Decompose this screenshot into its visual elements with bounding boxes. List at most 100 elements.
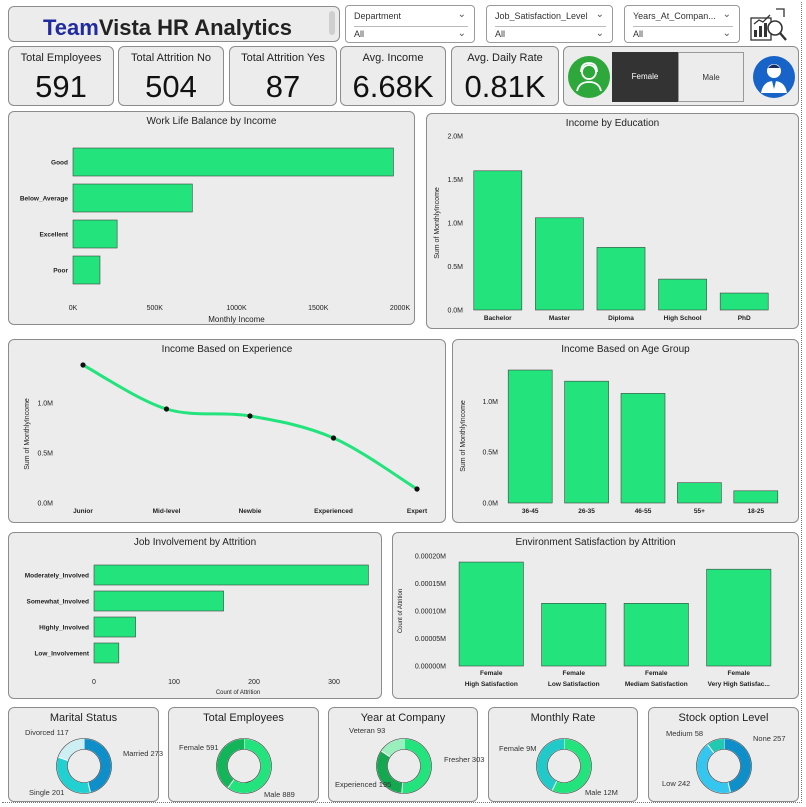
y-tick-label: 1.0M (447, 221, 463, 228)
kpi-value: 0.81K (464, 69, 546, 104)
card-income-age-group: Income Based on Age Group 0.0M 0.5M 1.0M 36… (452, 339, 799, 523)
donut-label: Medium 58 (666, 729, 704, 738)
x-tick-label: 0K (69, 305, 78, 312)
bar (706, 568, 772, 667)
category-label: Newbie (239, 508, 262, 515)
chart-income-age-group: 0.0M 0.5M 1.0M 36-45 26-35 46-55 55+ 18-25 Sum o… (460, 369, 779, 515)
card-marital-status: Marital Status Married 273 Single 201 Di… (8, 707, 163, 802)
category-label: Low_Involvement (34, 651, 89, 658)
donut-slice (58, 739, 85, 761)
donut-label: Married 273 (123, 749, 164, 758)
chevron-up-icon[interactable]: ⌄ (596, 9, 604, 20)
category-label: High School (664, 315, 702, 322)
y-tick-label: 0.5M (37, 451, 53, 458)
male-avatar-icon (753, 56, 795, 98)
y-axis-label: Sum of MonthlyIncome (460, 400, 467, 472)
category-label: Low Satisfaction (548, 681, 600, 688)
category-label: Master (549, 315, 570, 322)
chevron-down-icon[interactable]: ⌄ (596, 27, 604, 41)
y-tick-label: 0.00020M (415, 554, 446, 561)
female-avatar-icon (568, 56, 610, 98)
slicer-label: Job_Satisfaction_Level (495, 11, 588, 21)
title-scrollbar[interactable] (329, 11, 335, 35)
y-tick-label: 0.00015M (415, 581, 446, 588)
data-point (330, 435, 337, 441)
kpi-label: Avg. Income (362, 52, 424, 64)
kpi-attrition-no: Total Attrition No 504 (118, 46, 224, 106)
chevron-up-icon[interactable]: ⌄ (458, 9, 466, 20)
kpi-total-employees: Total Employees 591 (8, 46, 114, 106)
donut-total-employees (216, 738, 272, 794)
bar (596, 247, 646, 311)
category-label: Bachelor (484, 315, 512, 322)
bar (541, 603, 607, 667)
category-label: Highly_Involved (39, 625, 89, 632)
category-label: Diploma (608, 315, 634, 322)
donut-slice (83, 739, 111, 793)
x-tick-label: 1000K (226, 305, 247, 312)
slicer-label: Years_At_Compan... (633, 11, 716, 21)
analytics-report-icon (750, 8, 787, 41)
chevron-down-icon[interactable]: ⌄ (458, 27, 466, 41)
series-line (82, 363, 418, 491)
female-button[interactable]: Female (612, 52, 678, 102)
kpi-value: 87 (265, 69, 301, 104)
x-axis-label: Monthly Income (208, 315, 265, 324)
card-environment-satisfaction: Environment Satisfaction by Attrition 0.… (392, 532, 799, 699)
category-label: High Satisfaction (465, 681, 518, 688)
chevron-down-icon[interactable]: ⌄ (723, 27, 731, 41)
card-stock-option-level: Stock option Level None 257 Low 242 Medi… (648, 707, 799, 802)
category-label: 46-55 (635, 508, 652, 515)
category-label: Female (728, 670, 751, 677)
bar (72, 255, 101, 285)
slicer-years-at-company[interactable]: Years_At_Compan... ⌄ All ⌄ (624, 5, 740, 43)
donut-label: None 257 (753, 734, 786, 743)
category-label: Good (51, 160, 68, 167)
bar (93, 642, 120, 664)
card-work-life-balance: Work Life Balance by Income 0K 500K 1000K 1… (8, 111, 415, 325)
category-label: Expert (407, 508, 428, 515)
y-tick-label: 0.0M (37, 501, 53, 508)
bar (733, 490, 779, 504)
title-brand: Team (43, 15, 99, 40)
bar (507, 369, 553, 504)
donut-inner-edge (707, 749, 741, 783)
x-tick-label: 2000K (390, 305, 411, 312)
donut-label: Female 591 (179, 743, 219, 752)
y-tick-label: 0.00005M (415, 636, 446, 643)
category-label: Female (480, 670, 503, 677)
card-year-at-company: Year at Company Fresher 303 Experienced … (328, 707, 484, 802)
chart-job-involvement: 0 100 200 300 Moderately_Involved Somewhat_In… (25, 564, 369, 696)
slicer-job-satisfaction[interactable]: Job_Satisfaction_Level ⌄ All ⌄ (486, 5, 613, 43)
y-tick-label: 2.0M (447, 134, 463, 141)
bar (72, 147, 394, 177)
bar (458, 561, 524, 667)
category-label: 26-35 (578, 508, 595, 515)
x-tick-label: 1500K (308, 305, 329, 312)
kpi-avg-daily-rate: Avg. Daily Rate 0.81K (451, 46, 559, 106)
bar (623, 603, 689, 667)
y-tick-label: 0.5M (482, 450, 498, 457)
card-monthly-rate: Monthly Rate Male 12M Female 9M (488, 707, 638, 802)
donut-label: Experienced 195 (335, 780, 392, 789)
slicer-department[interactable]: Department ⌄ All ⌄ (345, 5, 475, 43)
chevron-up-icon[interactable]: ⌄ (723, 9, 731, 20)
donut-slice (707, 739, 725, 753)
male-button[interactable]: Male (678, 52, 744, 102)
x-tick-label: 500K (147, 305, 164, 312)
donut-label: Low 242 (662, 779, 691, 788)
category-label: Below_Average (20, 196, 69, 203)
donut-label: Single 201 (29, 788, 65, 797)
donut-inner-edge (387, 749, 421, 783)
title-card: TeamVista HR Analytics (8, 6, 340, 42)
x-axis-label: Count of Attrition (216, 690, 260, 696)
category-label: Experienced (314, 508, 353, 515)
kpi-label: Total Attrition Yes (241, 52, 325, 64)
donut-inner-edge (547, 749, 581, 783)
donut-inner-edge (67, 749, 101, 783)
slicer-value: All (495, 29, 506, 39)
y-tick-label: 0.00010M (415, 609, 446, 616)
chart-environment-satisfaction: 0.00000M 0.00005M 0.00010M 0.00015M 0.00020M… (398, 554, 772, 688)
data-point (80, 362, 86, 368)
x-tick-label: 200 (248, 679, 260, 686)
